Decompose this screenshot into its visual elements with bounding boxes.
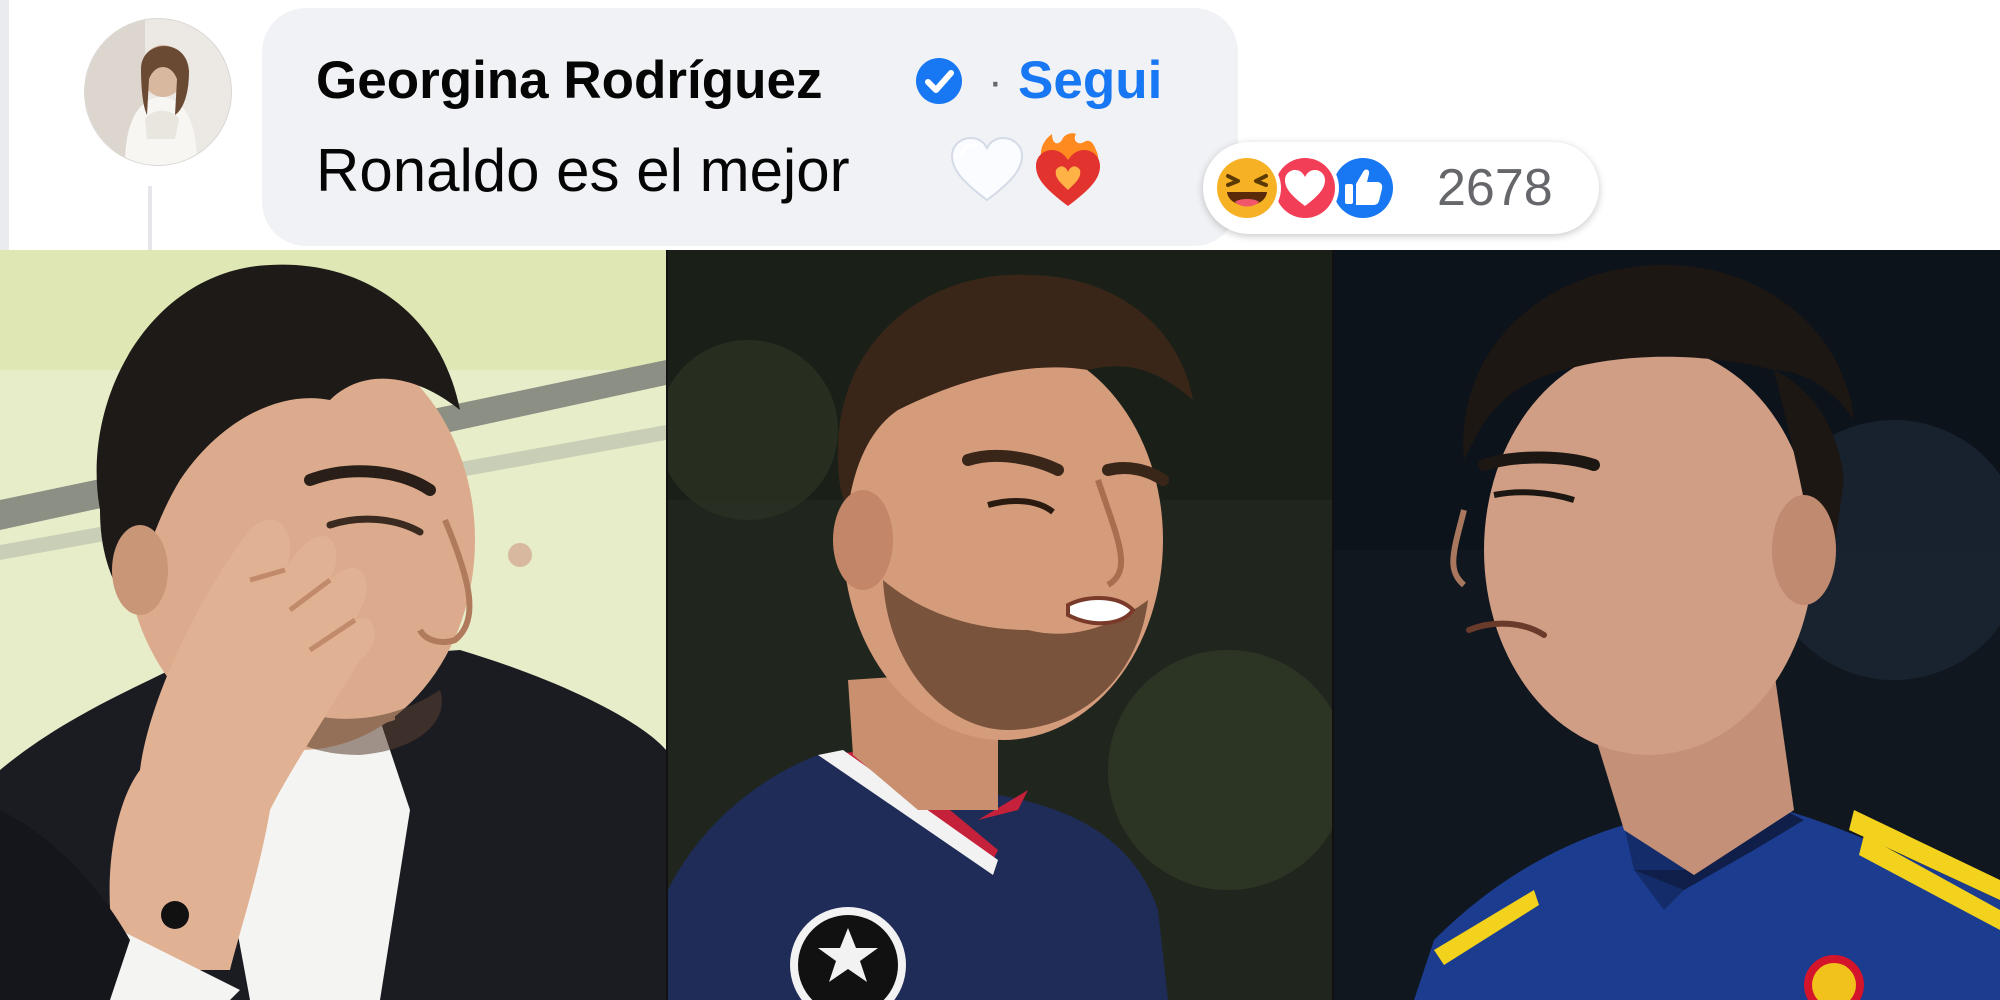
comment-bubble: Georgina Rodríguez · Segui Ronaldo es el… (262, 8, 1238, 246)
left-divider (0, 0, 9, 250)
author-name[interactable]: Georgina Rodríguez (316, 54, 822, 107)
avatar[interactable] (84, 18, 232, 166)
reaction-count[interactable]: 2678 (1437, 162, 1553, 214)
photo-collage (0, 250, 2000, 1000)
verified-badge-icon (914, 56, 964, 106)
comment-text: Ronaldo es el mejor (316, 137, 850, 204)
photo-man-in-suit (0, 250, 666, 1000)
haha-reaction-icon (1211, 152, 1283, 224)
heart-on-fire-icon (1032, 130, 1104, 210)
photo-footballer-blue-yellow (1334, 250, 2000, 1000)
thread-line (148, 186, 152, 250)
separator-dot: · (988, 57, 1003, 106)
follow-button[interactable]: Segui (1018, 54, 1162, 107)
reactions-summary[interactable]: 2678 (1203, 142, 1599, 234)
white-heart-icon (950, 136, 1024, 204)
comment-section: Georgina Rodríguez · Segui Ronaldo es el… (0, 0, 2000, 250)
photo-footballer-navy (668, 250, 1332, 1000)
